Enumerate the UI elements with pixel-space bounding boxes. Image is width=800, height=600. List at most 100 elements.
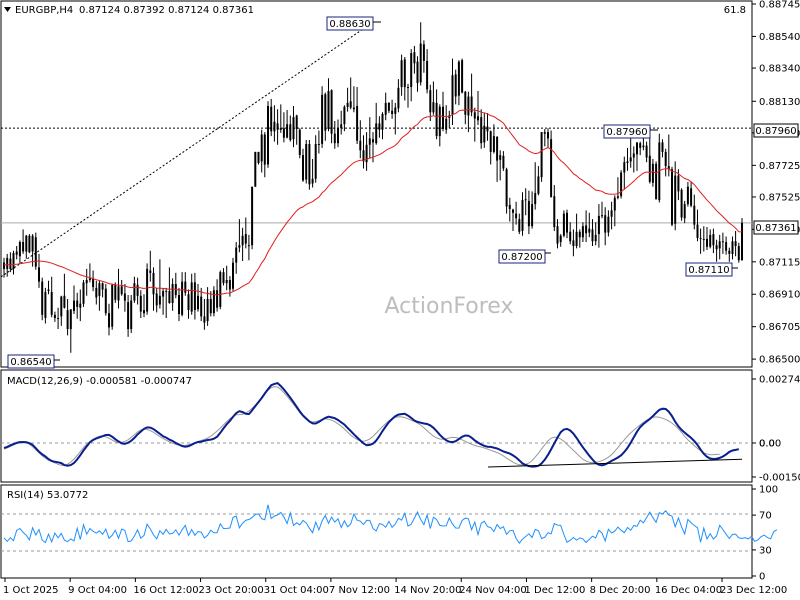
candle	[146, 268, 149, 312]
candle	[117, 286, 120, 301]
candle	[184, 281, 187, 293]
time-tick-label: 1 Dec 12:00	[524, 585, 585, 596]
time-tick-label: 14 Nov 20:00	[394, 585, 461, 596]
candle	[435, 102, 438, 137]
resistance-axis-badge-text: 0.87960	[755, 126, 796, 137]
candle	[715, 245, 718, 250]
candle	[480, 117, 483, 144]
trading-chart[interactable]: EURGBP,H4 0.87124 0.87392 0.87124 0.8736…	[0, 0, 800, 600]
candle	[44, 291, 47, 318]
candle	[305, 144, 308, 180]
candle	[47, 289, 50, 292]
candle	[295, 115, 298, 129]
candle	[512, 209, 514, 213]
candle	[120, 286, 123, 295]
candle	[50, 291, 53, 315]
candle	[155, 293, 158, 306]
candle	[601, 215, 603, 217]
candle	[686, 186, 689, 205]
candle	[639, 143, 642, 148]
candle	[709, 234, 712, 247]
candle	[734, 241, 737, 246]
candle	[53, 314, 56, 318]
rsi-tick-label: 100	[759, 485, 778, 496]
candle	[286, 124, 289, 138]
candle	[690, 188, 693, 206]
candle	[502, 155, 505, 169]
candle	[114, 284, 117, 300]
candle	[473, 112, 476, 119]
candle	[515, 213, 518, 219]
candle	[69, 309, 72, 330]
candle	[397, 87, 400, 109]
candle	[203, 316, 206, 323]
candle	[556, 226, 559, 244]
candle	[343, 106, 346, 125]
candle	[416, 61, 419, 84]
candle	[534, 193, 537, 205]
low-label-oct-text: 0.86540	[10, 357, 51, 368]
candle	[101, 283, 104, 290]
candle	[550, 139, 553, 197]
price-tick-label: 0.87115	[759, 257, 800, 268]
price-tick-label: 0.87725	[759, 161, 800, 172]
candle	[6, 257, 9, 269]
time-tick-label: 16 Oct 12:00	[133, 585, 198, 596]
candle	[588, 228, 591, 233]
candle	[181, 281, 184, 315]
candle	[197, 295, 199, 310]
candle	[422, 44, 425, 61]
candle	[368, 138, 371, 145]
price-tick-label: 0.88340	[759, 64, 800, 75]
candle	[543, 132, 546, 134]
candle	[410, 53, 413, 87]
candle	[143, 310, 145, 314]
candle	[359, 140, 362, 151]
candle	[136, 284, 139, 296]
price-tick-label: 0.86705	[759, 322, 800, 333]
candle	[524, 199, 527, 201]
high-label: 0.88630	[326, 16, 374, 31]
candle	[508, 204, 511, 209]
candle	[721, 241, 724, 243]
candle	[489, 131, 492, 152]
candle	[219, 272, 222, 307]
symbol-label: EURGBP,H4	[15, 5, 73, 16]
resistance-axis-badge: 0.87960	[753, 123, 799, 138]
candle	[257, 151, 260, 163]
low-label-oct: 0.86540	[7, 354, 55, 369]
price-tick-label: 0.86910	[759, 290, 800, 301]
candle	[391, 110, 394, 114]
candle	[375, 123, 378, 144]
candle	[279, 128, 282, 130]
candle	[492, 136, 495, 152]
candle	[671, 169, 673, 225]
candle	[403, 59, 406, 88]
low-label-dec-23-text: 0.87110	[688, 265, 729, 276]
candle	[648, 155, 651, 182]
candle	[636, 142, 638, 155]
candle	[518, 219, 521, 232]
candle	[467, 96, 470, 116]
header-right-value: 61.8	[724, 5, 746, 16]
candle	[702, 238, 705, 240]
candle	[381, 113, 384, 130]
candle	[193, 282, 196, 311]
candle	[629, 157, 632, 162]
candle	[642, 145, 645, 148]
candle	[130, 300, 133, 330]
candle	[731, 241, 734, 254]
price-tick-label: 0.86500	[759, 355, 800, 366]
candle	[696, 224, 699, 238]
candle	[461, 60, 464, 93]
candle	[3, 262, 5, 269]
candle	[18, 242, 21, 257]
candle	[496, 136, 499, 161]
candle	[244, 234, 247, 244]
candle	[438, 106, 441, 137]
price-tick-label: 0.88540	[759, 32, 800, 43]
candle	[171, 284, 174, 303]
candle	[337, 128, 339, 144]
candle	[531, 204, 534, 227]
candle	[22, 242, 25, 252]
